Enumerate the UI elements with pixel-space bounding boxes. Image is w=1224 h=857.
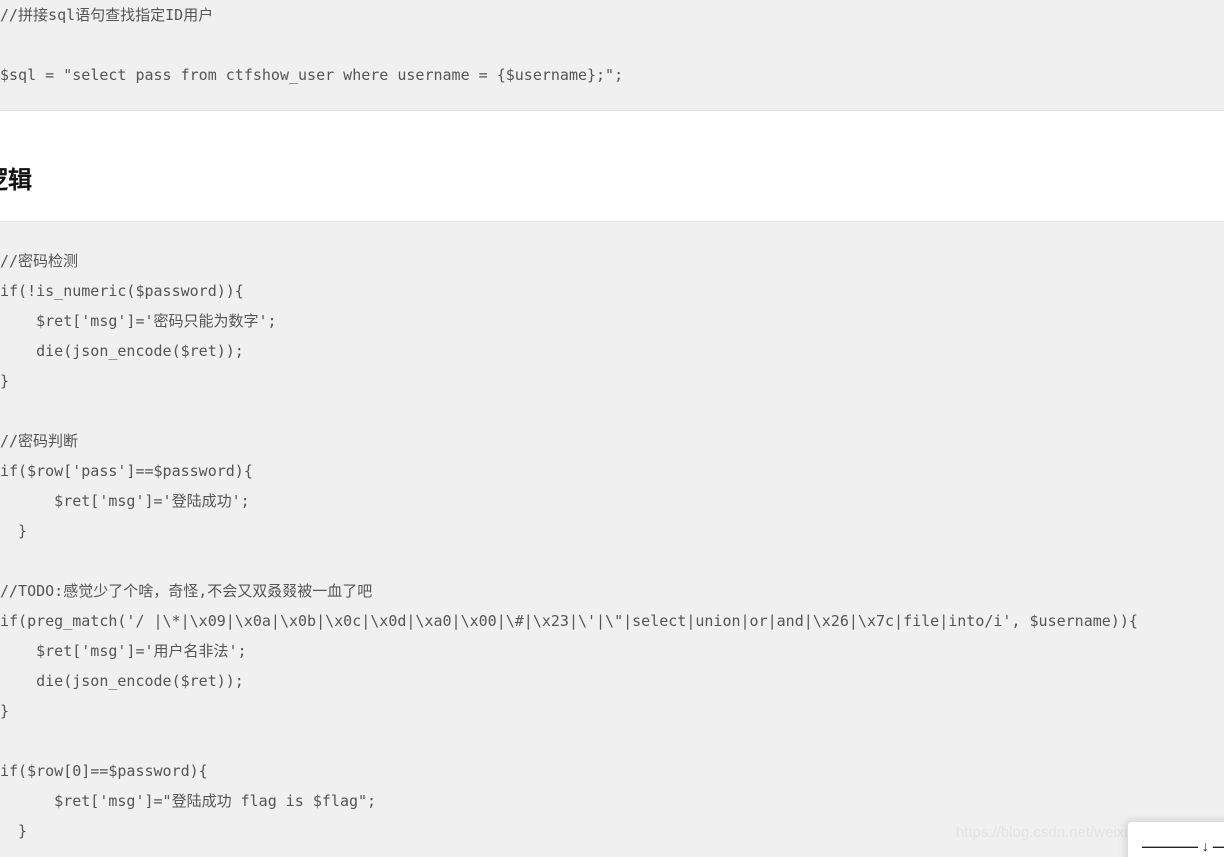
code-line: } — [0, 822, 28, 840]
corner-popup-panel[interactable]: ———— ↓ ——▼ — — [1128, 822, 1224, 857]
code-line: } — [0, 372, 10, 390]
code-line: } — [0, 702, 10, 720]
code-line: if($row['pass']==$password){ — [0, 462, 253, 480]
logic-code-block[interactable]: //密码检测 if(!is_numeric($password)){ $ret[… — [0, 221, 1224, 857]
code-line: //密码判断 — [0, 432, 79, 450]
code-line: //拼接sql语句查找指定ID用户 — [0, 6, 214, 24]
code-line-regex: if(preg_match('/ |\*|\x09|\x0a|\x0b|\x0c… — [0, 612, 1138, 630]
code-line: $ret['msg']="登陆成功 flag is $flag"; — [0, 792, 377, 810]
code-line-todo: //TODO:感觉少了个啥，奇怪,不会又双叒叕被一血了吧 — [0, 582, 373, 600]
code-line: if($row[0]==$password){ — [0, 762, 208, 780]
code-line: } — [0, 522, 28, 540]
code-line: $sql = "select pass from ctfshow_user wh… — [0, 66, 624, 84]
article-body: //拼接sql语句查找指定ID用户 $sql = "select pass fr… — [0, 0, 1224, 857]
sql-query-code-block[interactable]: //拼接sql语句查找指定ID用户 $sql = "select pass fr… — [0, 0, 1224, 111]
code-line: $ret['msg']='登陆成功'; — [0, 492, 250, 510]
code-line: //密码检测 — [0, 252, 79, 270]
code-line: die(json_encode($ret)); — [0, 672, 244, 690]
section-heading: 逻辑 — [0, 167, 32, 194]
code-line: $ret['msg']='密码只能为数字'; — [0, 312, 277, 330]
code-line: die(json_encode($ret)); — [0, 342, 244, 360]
code-line: $ret['msg']='用户名非法'; — [0, 642, 247, 660]
code-line: if(!is_numeric($password)){ — [0, 282, 244, 300]
corner-popup-title: ———— ↓ ——▼ — — [1142, 838, 1224, 854]
